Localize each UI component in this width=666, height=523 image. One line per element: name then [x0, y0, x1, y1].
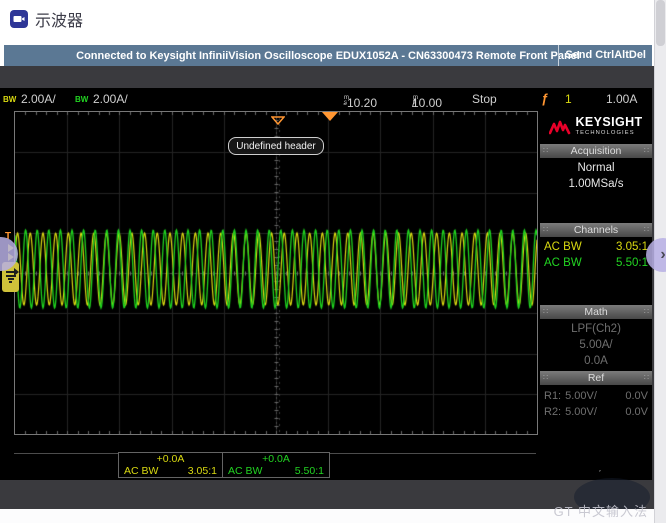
run-state[interactable]: Stop: [472, 92, 497, 106]
ch2-measurement-box[interactable]: +0.0A AC BW 5.50:1: [222, 452, 330, 478]
acquisition-title: Acquisition: [571, 145, 622, 157]
grip-icon: ∷: [543, 308, 548, 316]
connection-bar: Connected to Keysight InfiniiVision Osci…: [4, 45, 652, 66]
math-offset: 0.0A: [540, 353, 652, 369]
ref-r1-row: R1:5.00V/ 0.0V: [540, 388, 652, 404]
ref-section-header[interactable]: ∷ Ref ∷: [540, 371, 652, 385]
tooltip: Undefined header: [228, 137, 324, 155]
grip-icon: ∷: [644, 147, 649, 155]
brand-name: KEYSIGHT: [575, 117, 642, 128]
channel-1-row[interactable]: AC BW3.05:1: [540, 239, 652, 255]
ch2-coupling: AC BW: [228, 465, 262, 477]
ch1-offset-value: +0.0A: [124, 453, 217, 465]
channels-title: Channels: [574, 224, 618, 236]
chevron-right-icon: ›: [660, 246, 665, 264]
trigger-edge-icon[interactable]: ƒ: [541, 91, 548, 106]
acquisition-mode: Normal: [540, 160, 652, 176]
page-header: 示波器: [10, 7, 83, 31]
grip-icon: ∷: [543, 226, 548, 234]
grip-icon: ∷: [644, 374, 649, 382]
ch1-coupling: AC BW: [124, 465, 158, 477]
brand-subtitle: TECHNOLOGIES: [575, 128, 642, 139]
sample-rate: 1.00MSa/s: [540, 176, 652, 192]
waveform-canvas[interactable]: [15, 112, 537, 434]
math-title: Math: [584, 306, 607, 318]
time-reference-marker-icon: [271, 112, 285, 130]
ref-title: Ref: [588, 372, 604, 384]
ch2-scale[interactable]: 2.00A/: [93, 92, 128, 106]
math-function: LPF(Ch2): [540, 321, 652, 337]
ch2-offset-value: +0.0A: [228, 453, 324, 465]
ime-watermark: GT 中文输入法: [554, 501, 648, 520]
grip-icon: ∷: [644, 226, 649, 234]
send-ctrl-alt-del-button[interactable]: Send CtrlAltDel: [558, 45, 650, 66]
ch1-bw-badge: BW: [3, 95, 16, 104]
math-scale: 5.00A/: [540, 337, 652, 353]
channel-2-row[interactable]: AC BW5.50:1: [540, 255, 652, 271]
grip-icon: ∷: [543, 374, 548, 382]
trigger-position-marker-icon[interactable]: [322, 112, 338, 121]
keysight-logo: KEYSIGHT TECHNOLOGIES: [540, 110, 652, 144]
scrollbar-thumb[interactable]: [656, 0, 665, 46]
ch2-bw-badge: BW: [75, 95, 88, 104]
trigger-level[interactable]: 1.00A: [606, 92, 637, 106]
math-section-header[interactable]: ∷ Math ∷: [540, 305, 652, 319]
channels-section-header[interactable]: ∷ Channels ∷: [540, 223, 652, 237]
ch2-probe-ratio: 5.50:1: [295, 465, 324, 477]
connection-message: Connected to Keysight InfiniiVision Osci…: [76, 50, 580, 62]
scope-status-bar: BW 2.00A/ BW 2.00A/ -10.20ms 10.00ms/ St…: [0, 88, 652, 110]
keysight-spark-icon: [549, 120, 571, 136]
ch1-probe-ratio: 3.05:1: [188, 465, 217, 477]
oscilloscope-app-icon: [10, 10, 28, 28]
ch1-measurement-box[interactable]: +0.0A AC BW 3.05:1: [118, 452, 223, 478]
trigger-source[interactable]: 1: [565, 92, 572, 106]
ch1-scale[interactable]: 2.00A/: [21, 92, 56, 106]
grip-icon: ∷: [644, 308, 649, 316]
scope-sidebar: KEYSIGHT TECHNOLOGIES ∷ Acquisition ∷ No…: [540, 110, 652, 470]
grip-icon: ∷: [543, 147, 548, 155]
waveform-display[interactable]: [14, 111, 538, 435]
acquisition-section-header[interactable]: ∷ Acquisition ∷: [540, 144, 652, 158]
ref-r2-row: R2:5.00V/ 0.0V: [540, 404, 652, 420]
page-title: 示波器: [35, 7, 83, 31]
